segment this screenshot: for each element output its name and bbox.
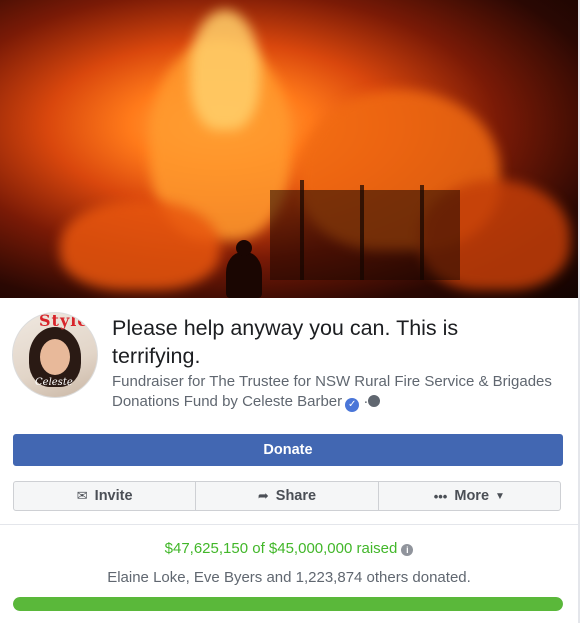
fundraiser-subtitle-text[interactable]: Fundraiser for The Trustee for NSW Rural… [112, 373, 552, 410]
raised-text: $47,625,150 of $45,000,000 raised [164, 540, 398, 557]
more-button[interactable]: ••• More ▼ [379, 482, 560, 510]
envelope-icon: ✉ [76, 488, 88, 503]
chevron-down-icon: ▼ [495, 490, 505, 502]
raised-amount: $47,625,150 of $45,000,000 raised i [0, 540, 578, 557]
avatar[interactable]: Style Celeste [12, 312, 98, 398]
cover-photo [0, 0, 578, 298]
donate-button[interactable]: Donate [13, 434, 563, 466]
firefighter-silhouette [226, 240, 262, 298]
avatar-magazine-logo: Style [39, 312, 89, 330]
share-label: Share [275, 488, 317, 504]
divider [0, 524, 578, 525]
verified-badge-icon: ✓ [345, 398, 360, 412]
invite-button[interactable]: ✉ Invite [14, 482, 197, 510]
invite-label: Invite [94, 488, 133, 504]
globe-icon[interactable] [368, 395, 381, 407]
share-arrow-icon: ➦ [257, 488, 269, 503]
share-button[interactable]: ➦ Share [196, 482, 379, 510]
avatar-signature: Celeste [35, 377, 73, 388]
progress-fill [13, 597, 563, 611]
ellipsis-icon: ••• [433, 488, 448, 504]
info-icon[interactable]: i [401, 544, 414, 556]
more-label: More [454, 488, 490, 504]
donors-summary[interactable]: Elaine Loke, Eve Byers and 1,223,874 oth… [0, 569, 578, 586]
action-bar: ✉ Invite ➦ Share ••• More ▼ [13, 481, 561, 511]
fundraiser-title: Please help anyway you can. This is terr… [112, 316, 459, 368]
progress-bar [13, 597, 563, 611]
fundraiser-subtitle: Fundraiser for The Trustee for NSW Rural… [112, 372, 562, 412]
